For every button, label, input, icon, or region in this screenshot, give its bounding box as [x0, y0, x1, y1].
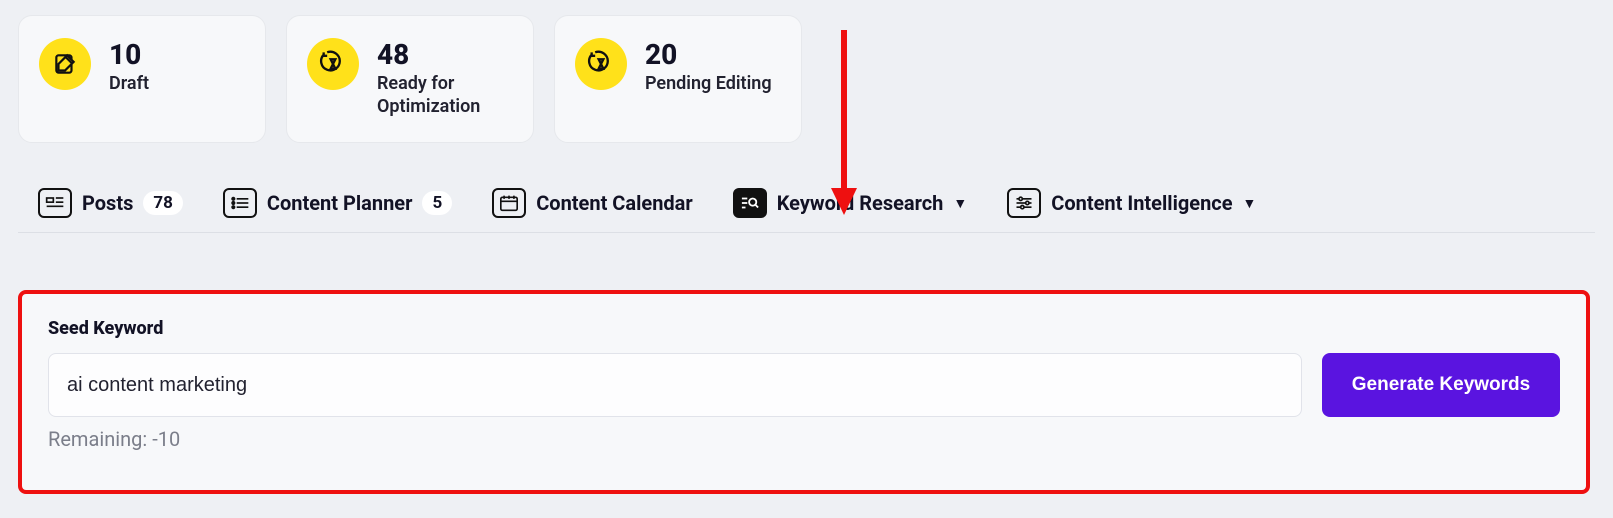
list-icon	[223, 188, 257, 218]
stat-count: 48	[377, 38, 513, 71]
stat-card-pending: 20 Pending Editing	[554, 15, 802, 143]
search-list-icon	[733, 188, 767, 218]
tab-posts[interactable]: Posts 78	[38, 188, 183, 218]
seed-keyword-label: Seed Keyword	[48, 318, 1560, 339]
hourglass-refresh-icon	[575, 38, 627, 90]
draft-icon	[39, 38, 91, 90]
tab-label: Content Calendar	[536, 191, 692, 215]
stat-card-ready: 48 Ready for Optimization	[286, 15, 534, 143]
seed-keyword-panel: Seed Keyword Generate Keywords Remaining…	[18, 290, 1590, 494]
stat-label: Draft	[109, 73, 149, 96]
sliders-icon	[1007, 188, 1041, 218]
tab-keyword-research[interactable]: Keyword Research ▼	[733, 188, 968, 218]
generate-keywords-button[interactable]: Generate Keywords	[1322, 353, 1560, 417]
calendar-icon	[492, 188, 526, 218]
posts-icon	[38, 188, 72, 218]
stats-row: 10 Draft 48 Ready for Optimization 20	[0, 0, 1613, 143]
tab-content-calendar[interactable]: Content Calendar	[492, 188, 692, 218]
tab-label: Keyword Research	[777, 191, 944, 215]
tab-content-intelligence[interactable]: Content Intelligence ▼	[1007, 188, 1256, 218]
tab-label: Posts	[82, 191, 133, 215]
tab-label: Content Intelligence	[1051, 191, 1232, 215]
remaining-count: Remaining: -10	[48, 427, 1560, 451]
hourglass-refresh-icon	[307, 38, 359, 90]
stat-count: 20	[645, 38, 772, 71]
chevron-down-icon: ▼	[953, 195, 967, 212]
tabs-row: Posts 78 Content Planner 5	[18, 188, 1595, 233]
chevron-down-icon: ▼	[1243, 195, 1257, 212]
tab-label: Content Planner	[267, 191, 413, 215]
tab-badge: 78	[143, 191, 183, 215]
stat-label: Pending Editing	[645, 73, 772, 96]
stat-card-draft: 10 Draft	[18, 15, 266, 143]
tab-badge: 5	[422, 191, 452, 215]
tab-content-planner[interactable]: Content Planner 5	[223, 188, 452, 218]
seed-keyword-input[interactable]	[48, 353, 1302, 417]
stat-count: 10	[109, 38, 149, 71]
stat-label: Ready for Optimization	[377, 73, 513, 118]
